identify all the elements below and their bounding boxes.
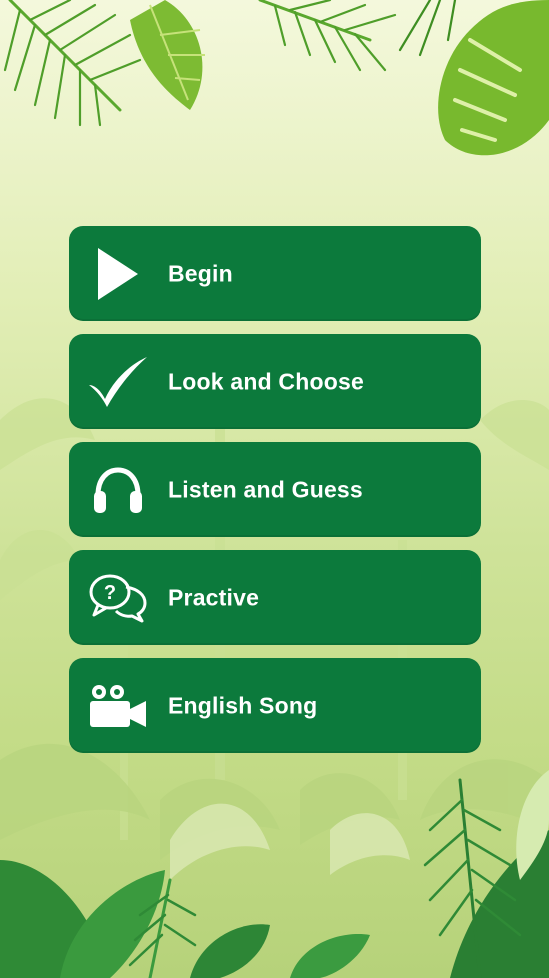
video-camera-icon bbox=[87, 675, 149, 737]
practive-button[interactable]: ? Practive bbox=[69, 550, 481, 645]
begin-button[interactable]: Begin bbox=[69, 226, 481, 321]
top-right-monstera-leaf bbox=[438, 0, 549, 156]
look-and-choose-label: Look and Choose bbox=[168, 368, 364, 394]
top-center-palm-leaf bbox=[258, 0, 397, 72]
top-left-palm-leaf bbox=[3, 0, 142, 127]
checkmark-icon bbox=[87, 351, 149, 413]
english-song-label: English Song bbox=[168, 692, 318, 718]
background-pale-leaves bbox=[170, 803, 410, 880]
top-right-palm-frond bbox=[398, 0, 457, 57]
english-song-button[interactable]: English Song bbox=[69, 658, 481, 753]
listen-and-guess-button[interactable]: Listen and Guess bbox=[69, 442, 481, 537]
bottom-center-leaf bbox=[190, 924, 270, 978]
play-icon bbox=[87, 243, 149, 305]
main-menu: Begin Look and Choose Listen and Guess ? bbox=[69, 226, 481, 766]
question-chat-icon: ? bbox=[87, 567, 149, 629]
listen-and-guess-label: Listen and Guess bbox=[168, 476, 363, 502]
begin-label: Begin bbox=[168, 260, 233, 286]
svg-text:?: ? bbox=[104, 582, 116, 604]
headphones-icon bbox=[87, 459, 149, 521]
bottom-center-leaf-2 bbox=[290, 934, 370, 978]
practive-label: Practive bbox=[168, 584, 260, 610]
look-and-choose-button[interactable]: Look and Choose bbox=[69, 334, 481, 429]
